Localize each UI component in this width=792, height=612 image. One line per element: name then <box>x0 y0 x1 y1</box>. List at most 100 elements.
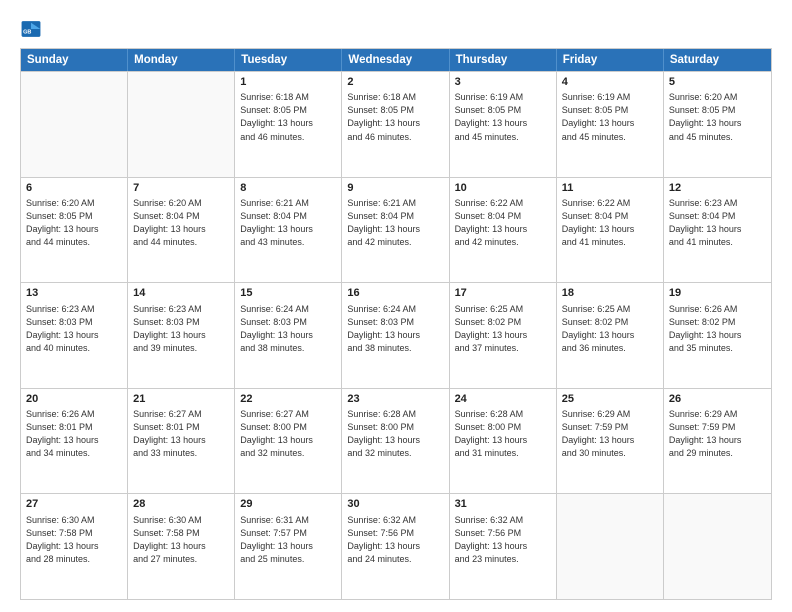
day-number: 17 <box>455 286 551 301</box>
day-number: 9 <box>347 181 443 196</box>
calendar-cell <box>128 72 235 177</box>
cell-info: Sunrise: 6:18 AMSunset: 8:05 PMDaylight:… <box>347 91 443 143</box>
calendar-cell: 19 Sunrise: 6:26 AMSunset: 8:02 PMDayligh… <box>664 283 771 388</box>
day-number: 12 <box>669 181 766 196</box>
calendar-cell: 10Sunrise: 6:22 AMSunset: 8:04 PMDayligh… <box>450 178 557 283</box>
day-number: 2 <box>347 75 443 90</box>
day-number: 6 <box>26 181 122 196</box>
header-day-monday: Monday <box>128 49 235 71</box>
calendar-row-4: 20Sunrise: 6:26 AMSunset: 8:01 PMDayligh… <box>21 388 771 494</box>
cell-info: Sunrise: 6:20 AMSunset: 8:05 PMDaylight:… <box>26 197 122 249</box>
calendar-cell: 17 Sunrise: 6:25 AMSunset: 8:02 PMDayligh… <box>450 283 557 388</box>
cell-info: Sunrise: 6:28 AMSunset: 8:00 PMDaylight:… <box>347 408 443 460</box>
calendar-cell: 23Sunrise: 6:28 AMSunset: 8:00 PMDayligh… <box>342 389 449 494</box>
cell-info: Sunrise: 6:23 AMSunset: 8:03 PMDaylight:… <box>133 303 229 355</box>
cell-info: Sunrise: 6:21 AMSunset: 8:04 PMDaylight:… <box>240 197 336 249</box>
cell-info: Sunrise: 6:27 AMSunset: 8:01 PMDaylight:… <box>133 408 229 460</box>
day-number: 30 <box>347 497 443 512</box>
calendar-cell: 27Sunrise: 6:30 AMSunset: 7:58 PMDayligh… <box>21 494 128 599</box>
calendar-cell: 9Sunrise: 6:21 AMSunset: 8:04 PMDaylight… <box>342 178 449 283</box>
cell-info: Sunrise: 6:20 AMSunset: 8:04 PMDaylight:… <box>133 197 229 249</box>
day-number: 23 <box>347 392 443 407</box>
calendar-cell: 6Sunrise: 6:20 AMSunset: 8:05 PMDaylight… <box>21 178 128 283</box>
day-number: 28 <box>133 497 229 512</box>
cell-info: Sunrise: 6:30 AMSunset: 7:58 PMDaylight:… <box>133 514 229 566</box>
cell-info: Sunrise: 6:23 AMSunset: 8:04 PMDaylight:… <box>669 197 766 249</box>
cell-info: Sunrise: 6:32 AMSunset: 7:56 PMDaylight:… <box>455 514 551 566</box>
page: GB SundayMondayTuesdayWednesdayThursdayF… <box>0 0 792 612</box>
calendar-cell <box>557 494 664 599</box>
calendar-cell: 15 Sunrise: 6:24 AMSunset: 8:03 PMDayligh… <box>235 283 342 388</box>
day-number: 19 <box>669 286 766 301</box>
calendar-cell: 24Sunrise: 6:28 AMSunset: 8:00 PMDayligh… <box>450 389 557 494</box>
calendar-row-1: 1Sunrise: 6:18 AMSunset: 8:05 PMDaylight… <box>21 71 771 177</box>
day-number: 31 <box>455 497 551 512</box>
cell-info: Sunrise: 6:25 AMSunset: 8:02 PMDaylight:… <box>455 303 551 355</box>
calendar-cell: 7Sunrise: 6:20 AMSunset: 8:04 PMDaylight… <box>128 178 235 283</box>
day-number: 25 <box>562 392 658 407</box>
day-number: 13 <box>26 286 122 301</box>
day-number: 14 <box>133 286 229 301</box>
cell-info: Sunrise: 6:23 AMSunset: 8:03 PMDaylight:… <box>26 303 122 355</box>
calendar-cell: 22Sunrise: 6:27 AMSunset: 8:00 PMDayligh… <box>235 389 342 494</box>
day-number: 26 <box>669 392 766 407</box>
day-number: 11 <box>562 181 658 196</box>
cell-info: Sunrise: 6:26 AMSunset: 8:01 PMDaylight:… <box>26 408 122 460</box>
cell-info: Sunrise: 6:27 AMSunset: 8:00 PMDaylight:… <box>240 408 336 460</box>
calendar-body: 1Sunrise: 6:18 AMSunset: 8:05 PMDaylight… <box>21 71 771 599</box>
calendar-cell: 5Sunrise: 6:20 AMSunset: 8:05 PMDaylight… <box>664 72 771 177</box>
header-day-wednesday: Wednesday <box>342 49 449 71</box>
day-number: 10 <box>455 181 551 196</box>
day-number: 3 <box>455 75 551 90</box>
calendar-cell: 29Sunrise: 6:31 AMSunset: 7:57 PMDayligh… <box>235 494 342 599</box>
calendar-cell: 20Sunrise: 6:26 AMSunset: 8:01 PMDayligh… <box>21 389 128 494</box>
cell-info: Sunrise: 6:24 AMSunset: 8:03 PMDaylight:… <box>240 303 336 355</box>
cell-info: Sunrise: 6:20 AMSunset: 8:05 PMDaylight:… <box>669 91 766 143</box>
day-number: 22 <box>240 392 336 407</box>
cell-info: Sunrise: 6:32 AMSunset: 7:56 PMDaylight:… <box>347 514 443 566</box>
cell-info: Sunrise: 6:19 AMSunset: 8:05 PMDaylight:… <box>562 91 658 143</box>
day-number: 15 <box>240 286 336 301</box>
day-number: 5 <box>669 75 766 90</box>
calendar-cell: 28 Sunrise: 6:30 AMSunset: 7:58 PMDayligh… <box>128 494 235 599</box>
cell-info: Sunrise: 6:30 AMSunset: 7:58 PMDaylight:… <box>26 514 122 566</box>
cell-info: Sunrise: 6:29 AMSunset: 7:59 PMDaylight:… <box>562 408 658 460</box>
cell-info: Sunrise: 6:18 AMSunset: 8:05 PMDaylight:… <box>240 91 336 143</box>
calendar-row-2: 6Sunrise: 6:20 AMSunset: 8:05 PMDaylight… <box>21 177 771 283</box>
logo: GB <box>20 18 46 40</box>
day-number: 7 <box>133 181 229 196</box>
day-number: 4 <box>562 75 658 90</box>
header-day-friday: Friday <box>557 49 664 71</box>
calendar-cell: 18 Sunrise: 6:25 AMSunset: 8:02 PMDayligh… <box>557 283 664 388</box>
cell-info: Sunrise: 6:28 AMSunset: 8:00 PMDaylight:… <box>455 408 551 460</box>
calendar-cell <box>21 72 128 177</box>
logo-icon: GB <box>20 18 42 40</box>
calendar: SundayMondayTuesdayWednesdayThursdayFrid… <box>20 48 772 600</box>
calendar-row-5: 27Sunrise: 6:30 AMSunset: 7:58 PMDayligh… <box>21 493 771 599</box>
cell-info: Sunrise: 6:21 AMSunset: 8:04 PMDaylight:… <box>347 197 443 249</box>
header-day-tuesday: Tuesday <box>235 49 342 71</box>
calendar-cell: 21Sunrise: 6:27 AMSunset: 8:01 PMDayligh… <box>128 389 235 494</box>
cell-info: Sunrise: 6:19 AMSunset: 8:05 PMDaylight:… <box>455 91 551 143</box>
calendar-cell: 8Sunrise: 6:21 AMSunset: 8:04 PMDaylight… <box>235 178 342 283</box>
cell-info: Sunrise: 6:25 AMSunset: 8:02 PMDaylight:… <box>562 303 658 355</box>
calendar-cell: 31 Sunrise: 6:32 AMSunset: 7:56 PMDayligh… <box>450 494 557 599</box>
day-number: 18 <box>562 286 658 301</box>
cell-info: Sunrise: 6:24 AMSunset: 8:03 PMDaylight:… <box>347 303 443 355</box>
calendar-cell: 12Sunrise: 6:23 AMSunset: 8:04 PMDayligh… <box>664 178 771 283</box>
day-number: 29 <box>240 497 336 512</box>
day-number: 1 <box>240 75 336 90</box>
calendar-cell: 30 Sunrise: 6:32 AMSunset: 7:56 PMDayligh… <box>342 494 449 599</box>
cell-info: Sunrise: 6:26 AMSunset: 8:02 PMDaylight:… <box>669 303 766 355</box>
svg-text:GB: GB <box>23 30 31 36</box>
calendar-cell: 14 Sunrise: 6:23 AMSunset: 8:03 PMDayligh… <box>128 283 235 388</box>
calendar-cell: 11Sunrise: 6:22 AMSunset: 8:04 PMDayligh… <box>557 178 664 283</box>
cell-info: Sunrise: 6:22 AMSunset: 8:04 PMDaylight:… <box>455 197 551 249</box>
calendar-cell: 13 Sunrise: 6:23 AMSunset: 8:03 PMDayligh… <box>21 283 128 388</box>
day-number: 16 <box>347 286 443 301</box>
header-day-saturday: Saturday <box>664 49 771 71</box>
day-number: 24 <box>455 392 551 407</box>
header: GB <box>20 18 772 40</box>
day-number: 21 <box>133 392 229 407</box>
calendar-cell: 1Sunrise: 6:18 AMSunset: 8:05 PMDaylight… <box>235 72 342 177</box>
